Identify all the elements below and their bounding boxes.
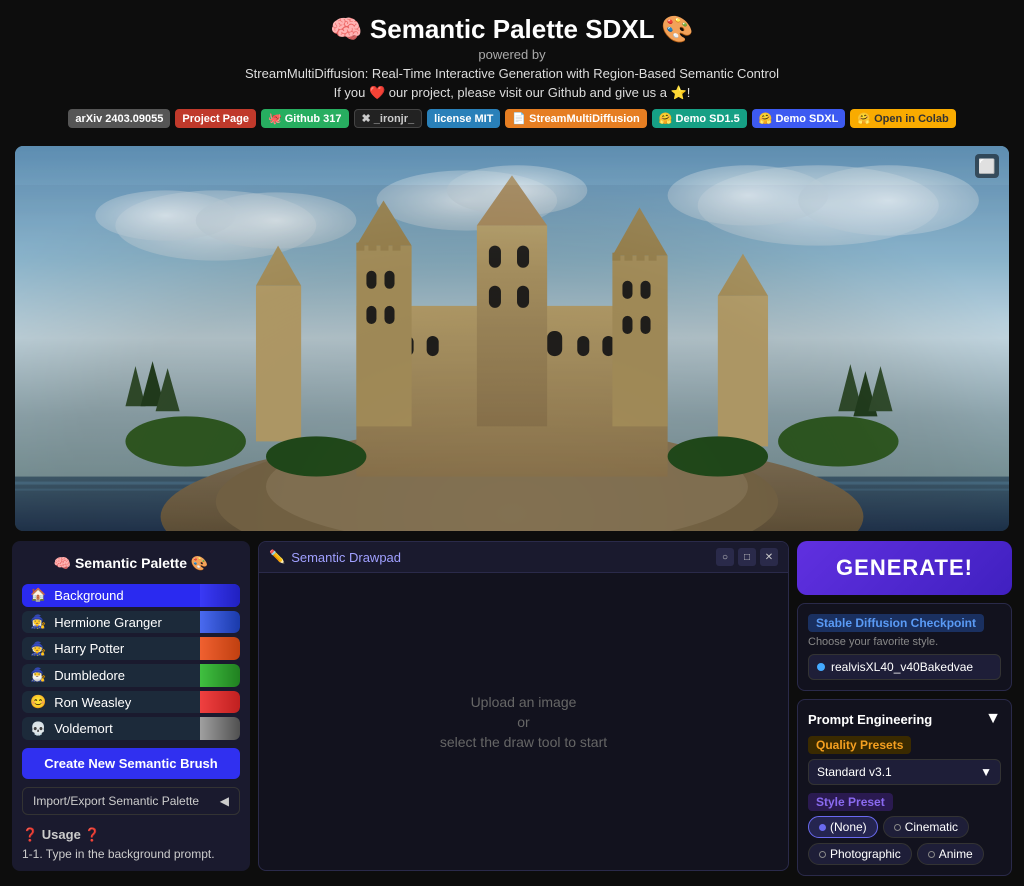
drawpad-btn-close[interactable]: ✕	[760, 548, 778, 566]
badge-demo-sd15[interactable]: 🤗 Demo SD1.5	[652, 109, 747, 128]
right-panel: GENERATE! Stable Diffusion Checkpoint Ch…	[797, 541, 1012, 871]
dumbledore-label: Dumbledore	[54, 668, 125, 683]
brush-item-harry[interactable]: 🧙 Harry Potter	[22, 637, 240, 660]
style-photographic[interactable]: Photographic	[808, 843, 912, 865]
badge-license[interactable]: license MIT	[427, 109, 500, 128]
brush-item-dumbledore[interactable]: 🧙‍♂️ Dumbledore	[22, 664, 240, 687]
brush-item-background[interactable]: 🏠 Background	[22, 584, 240, 607]
powered-by: powered by	[10, 47, 1014, 62]
background-swatch	[200, 584, 240, 607]
brush-item-hermione[interactable]: 🧙‍♀️ Hermione Granger	[22, 611, 240, 634]
ron-label: Ron Weasley	[54, 695, 131, 710]
drawpad-controls: ○ □ ✕	[716, 548, 778, 566]
style-none-dot	[819, 824, 826, 831]
style-anime-label: Anime	[939, 847, 973, 861]
harry-label: Harry Potter	[54, 641, 124, 656]
quality-select[interactable]: Standard v3.1 ▼	[808, 759, 1001, 785]
checkpoint-value: realvisXL40_v40Bakedvae	[831, 660, 973, 674]
checkpoint-sublabel: Choose your favorite style.	[808, 636, 1001, 648]
semantic-drawpad-panel: ✏️ Semantic Drawpad ○ □ ✕ Upload an imag…	[258, 541, 789, 871]
harry-swatch	[200, 637, 240, 660]
bottom-section: 🧠 Semantic Palette 🎨 🏠 Background 🧙‍♀️ H…	[0, 541, 1024, 871]
brush-item-voldemort[interactable]: 💀 Voldemort	[22, 717, 240, 740]
badge-colab[interactable]: 🤗 Open in Colab	[850, 109, 955, 128]
voldemort-icon: 💀	[30, 721, 46, 737]
page-title: 🧠 Semantic Palette SDXL 🎨	[10, 14, 1014, 45]
drawpad-btn-square[interactable]: □	[738, 548, 756, 566]
style-none[interactable]: (None)	[808, 816, 878, 838]
castle-svg	[15, 146, 1009, 531]
drawpad-title: ✏️ Semantic Drawpad	[269, 549, 401, 565]
prompt-title: Prompt Engineering	[808, 712, 932, 727]
hermione-label: Hermione Granger	[54, 615, 162, 630]
style-anime[interactable]: Anime	[917, 843, 984, 865]
style-photographic-label: Photographic	[830, 847, 901, 861]
prompt-engineering-section: Prompt Engineering ▼ Quality Presets Sta…	[797, 699, 1012, 876]
badge-github[interactable]: 🐙 Github 317	[261, 109, 349, 128]
badge-twitter[interactable]: ✖ _ironjr_	[354, 109, 423, 128]
dumbledore-icon: 🧙‍♂️	[30, 667, 46, 683]
ron-icon: 😊	[30, 694, 46, 710]
drawpad-btn-circle[interactable]: ○	[716, 548, 734, 566]
import-export-label: Import/Export Semantic Palette	[33, 794, 199, 808]
heart-line: If you ❤️ our project, please visit our …	[10, 85, 1014, 101]
ron-swatch	[200, 691, 240, 714]
style-label: Style Preset	[808, 793, 893, 811]
quality-label: Quality Presets	[808, 736, 911, 754]
upload-text: Upload an image	[471, 694, 577, 710]
usage-title: ❓ Usage ❓	[22, 827, 240, 843]
usage-text: 1-1. Type in the background prompt.	[22, 847, 240, 861]
select-tool-text: select the draw tool to start	[440, 734, 607, 750]
style-anime-dot	[928, 851, 935, 858]
badge-arxiv[interactable]: arXiv 2403.09055	[68, 109, 170, 128]
header: 🧠 Semantic Palette SDXL 🎨 powered by Str…	[0, 0, 1024, 136]
dumbledore-swatch	[200, 664, 240, 687]
subtitle: StreamMultiDiffusion: Real-Time Interact…	[10, 66, 1014, 81]
voldemort-swatch	[200, 717, 240, 740]
checkpoint-select[interactable]: realvisXL40_v40Bakedvae	[808, 654, 1001, 680]
background-icon: 🏠	[30, 587, 46, 603]
badge-demo-sdxl[interactable]: 🤗 Demo SDXL	[752, 109, 846, 128]
hermione-icon: 🧙‍♀️	[30, 614, 46, 630]
import-export-section[interactable]: Import/Export Semantic Palette ◀	[22, 787, 240, 815]
prompt-chevron: ▼	[985, 710, 1001, 728]
style-cinematic[interactable]: Cinematic	[883, 816, 969, 838]
checkpoint-section: Stable Diffusion Checkpoint Choose your …	[797, 603, 1012, 691]
style-cinematic-dot	[894, 824, 901, 831]
badge-project[interactable]: Project Page	[175, 109, 256, 128]
usage-section: ❓ Usage ❓ 1-1. Type in the background pr…	[22, 827, 240, 861]
badge-paper[interactable]: 📄 StreamMultiDiffusion	[505, 109, 646, 128]
drawpad-icon: ✏️	[269, 549, 285, 565]
badge-row: arXiv 2403.09055 Project Page 🐙 Github 3…	[10, 109, 1014, 128]
checkpoint-label: Stable Diffusion Checkpoint	[808, 614, 984, 632]
or-text: or	[517, 714, 529, 730]
hermione-swatch	[200, 611, 240, 634]
brush-item-ron[interactable]: 😊 Ron Weasley	[22, 691, 240, 714]
drawpad-header: ✏️ Semantic Drawpad ○ □ ✕	[259, 542, 788, 573]
style-photographic-dot	[819, 851, 826, 858]
generate-button[interactable]: GENERATE!	[797, 541, 1012, 595]
harry-icon: 🧙	[30, 641, 46, 657]
quality-chevron: ▼	[980, 765, 992, 779]
quality-value: Standard v3.1	[817, 765, 980, 779]
hero-watermark: ⬜	[975, 154, 999, 178]
hero-image-container: ⬜	[15, 146, 1009, 531]
semantic-palette-panel: 🧠 Semantic Palette 🎨 🏠 Background 🧙‍♀️ H…	[12, 541, 250, 871]
style-cinematic-label: Cinematic	[905, 820, 958, 834]
style-none-label: (None)	[830, 820, 867, 834]
voldemort-label: Voldemort	[54, 721, 113, 736]
drawpad-content: Upload an image or select the draw tool …	[259, 573, 788, 870]
style-options: (None) Cinematic Photographic Anime	[808, 816, 1001, 865]
palette-title: 🧠 Semantic Palette 🎨	[22, 551, 240, 576]
checkpoint-dot	[817, 663, 825, 671]
create-brush-button[interactable]: Create New Semantic Brush	[22, 748, 240, 779]
background-label: Background	[54, 588, 123, 603]
import-export-chevron: ◀	[220, 794, 229, 808]
prompt-header: Prompt Engineering ▼	[808, 710, 1001, 728]
